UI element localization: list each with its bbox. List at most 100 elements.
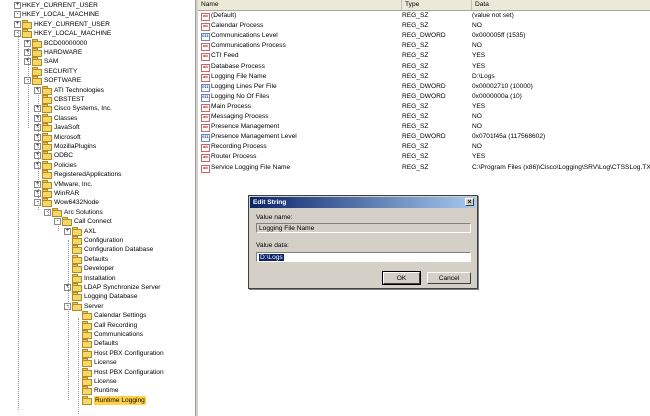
- reg-sz-icon: ab: [201, 63, 210, 72]
- tree-node-label: SECURITY: [44, 67, 78, 75]
- folder-icon: [72, 254, 82, 264]
- close-button[interactable]: ×: [465, 198, 474, 206]
- collapse-icon[interactable]: -: [14, 11, 21, 19]
- expand-icon[interactable]: +: [24, 39, 31, 47]
- cancel-button[interactable]: Cancel: [427, 272, 471, 284]
- value-row[interactable]: ab Service Logging File Name REG_SZ C:\Prog…: [198, 163, 650, 173]
- column-header-type[interactable]: Type: [402, 0, 472, 10]
- reg-sz-icon: ab: [201, 13, 210, 21]
- value-row[interactable]: ab Logging File Name REG_SZ D:\Logs: [198, 72, 650, 82]
- reg-sz-icon: ab: [201, 103, 210, 112]
- tree-node-label: ATI Technologies: [54, 86, 104, 94]
- value-row[interactable]: ab Calendar Process REG_SZ NO: [198, 21, 650, 32]
- folder-icon: [42, 170, 52, 180]
- folder-icon: [82, 367, 92, 377]
- tree-node-label: AXL: [84, 227, 97, 235]
- folder-icon: [42, 132, 52, 142]
- registry-tree[interactable]: + HKEY_CURRENT_USER - HKEY_LOCAL_MACHINE + HK…: [0, 0, 195, 416]
- expand-icon[interactable]: +: [14, 2, 21, 9]
- folder-icon: [42, 142, 52, 151]
- folder-icon: [62, 217, 72, 227]
- tree-node-label: Runtime Logging: [94, 395, 146, 405]
- value-type: REG_SZ: [402, 12, 429, 19]
- value-data: NO: [472, 143, 482, 151]
- column-header-data[interactable]: Data: [472, 0, 650, 10]
- collapse-icon[interactable]: -: [54, 218, 61, 226]
- folder-icon: [42, 104, 52, 114]
- dialog-titlebar[interactable]: Edit String ×: [250, 197, 476, 208]
- value-type: REG_DWORD: [402, 92, 446, 100]
- tree-connector: [18, 30, 19, 410]
- value-type: REG_SZ: [402, 102, 429, 110]
- tree-connector: [68, 240, 69, 400]
- value-row[interactable]: 011 Presence Management Level REG_DWORD 0x0…: [198, 132, 650, 143]
- value-row[interactable]: 011 Communications Level REG_DWORD 0x000005…: [198, 31, 650, 42]
- tree-node-label: MozillaPlugins: [54, 143, 97, 150]
- value-data: D:\Logs: [472, 72, 495, 80]
- tree-node-label: Policies: [54, 161, 77, 169]
- folder-icon: [82, 377, 92, 386]
- value-name: Logging No Of Files: [211, 92, 270, 100]
- tree-node-label: Host PBX Configuration: [94, 349, 164, 357]
- tree-node-label: Wow6432Node: [54, 199, 99, 207]
- tree-connector: [48, 210, 49, 215]
- reg-sz-icon: ab: [201, 124, 210, 133]
- folder-icon: [42, 179, 52, 189]
- folder-icon: [72, 292, 82, 302]
- tree-node-label: Communications: [94, 331, 144, 338]
- tree-node-label: CBSTEST: [54, 96, 85, 103]
- reg-sz-icon: ab: [201, 23, 210, 32]
- value-name: Communications Level: [211, 32, 278, 40]
- value-name: Main Process: [211, 102, 251, 110]
- tree-node-label: Defaults: [94, 340, 119, 348]
- expand-icon[interactable]: +: [64, 227, 71, 235]
- tree-connector: [78, 318, 79, 414]
- value-row[interactable]: 011 Logging No Of Files REG_DWORD 0x0000000…: [198, 92, 650, 102]
- folder-icon: [32, 76, 42, 86]
- reg-sz-icon: ab: [201, 53, 210, 62]
- value-data: C:\Program Files (x86)\Cisco\Logging\SRV…: [472, 163, 650, 171]
- value-name: (Default): [211, 12, 237, 19]
- tree-node-label: WinRAR: [54, 190, 80, 197]
- tree-node-label: Configuration Database: [84, 246, 154, 254]
- value-data: 0x0000000a (10): [472, 92, 522, 100]
- value-row[interactable]: ab Main Process REG_SZ YES: [198, 102, 650, 112]
- tree-node-label: Host PBX Configuration: [94, 368, 164, 376]
- value-name: Database Process: [211, 62, 265, 70]
- value-row[interactable]: ab Presence Management REG_SZ NO: [198, 122, 650, 133]
- ok-button[interactable]: OK: [382, 271, 421, 285]
- value-row[interactable]: ab Messaging Process REG_SZ NO: [198, 112, 650, 122]
- value-row[interactable]: ab Router Process REG_SZ YES: [198, 152, 650, 163]
- value-row[interactable]: ab Database Process REG_SZ YES: [198, 62, 650, 72]
- value-row[interactable]: 011 Logging Lines Per File REG_DWORD 0x0000…: [198, 82, 650, 92]
- folder-icon: [42, 198, 52, 208]
- reg-sz-icon: ab: [201, 164, 210, 173]
- tree-node-label: RegisteredApplications: [54, 171, 122, 179]
- value-name: Messaging Process: [211, 113, 269, 120]
- expand-icon[interactable]: +: [14, 20, 21, 28]
- folder-icon: [42, 123, 52, 133]
- value-name: Communications Process: [211, 42, 286, 50]
- value-row[interactable]: ab (Default) REG_SZ (value not set): [198, 11, 650, 21]
- value-data: 0x000005ff (1535): [472, 32, 526, 40]
- folder-icon: [42, 151, 52, 161]
- tree-connector: [28, 48, 29, 128]
- value-row[interactable]: ab CTI Feed REG_SZ YES: [198, 51, 650, 62]
- folder-icon: [82, 386, 92, 396]
- column-header-name[interactable]: Name: [198, 0, 402, 10]
- tree-node-label: License: [94, 378, 117, 385]
- tree-node-label: SAM: [44, 58, 59, 66]
- tree-node-label: HKEY_LOCAL_MACHINE: [22, 11, 100, 19]
- reg-dword-icon: 011: [201, 83, 210, 92]
- value-row[interactable]: ab Communications Process REG_SZ NO: [198, 41, 650, 52]
- value-type: REG_SZ: [402, 113, 429, 120]
- dialog-title: Edit String: [253, 199, 287, 206]
- tree-node-label: LDAP Synchronize Server: [84, 284, 161, 291]
- tree-node-label: License: [94, 359, 117, 367]
- value-type: REG_SZ: [402, 143, 429, 151]
- value-data-input[interactable]: D:\Logs: [256, 252, 471, 262]
- value-type: REG_DWORD: [402, 133, 446, 141]
- value-row[interactable]: ab Recording Process REG_SZ NO: [198, 142, 650, 153]
- value-data-text: D:\Logs: [259, 254, 284, 261]
- folder-icon: [82, 320, 92, 330]
